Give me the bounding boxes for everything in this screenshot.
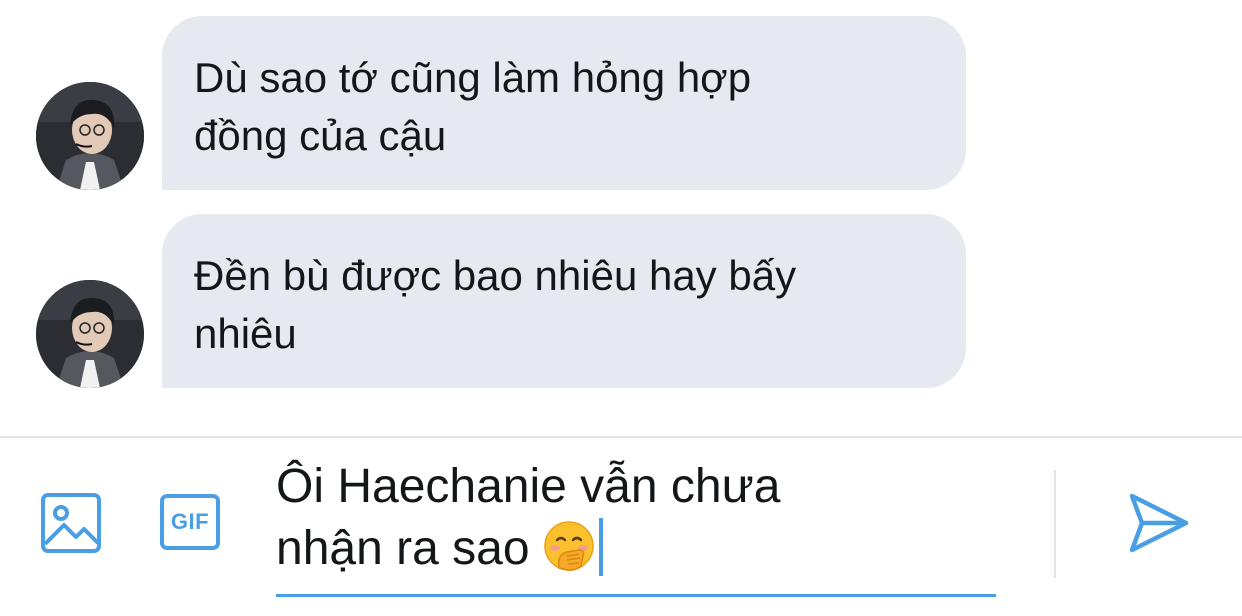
add-image-button[interactable]: [38, 490, 104, 556]
avatar[interactable]: [36, 280, 144, 388]
message-bubble[interactable]: Dù sao tớ cũng làm hỏng hợp đồng của cậu: [162, 16, 966, 190]
draft-text: nhận ra sao: [276, 522, 530, 575]
send-icon: [1129, 493, 1189, 553]
add-gif-button[interactable]: GIF: [160, 494, 220, 550]
message-composer: GIF Ôi Haechanie vẫn chưa nhận ra sao: [0, 438, 1242, 616]
message-text-line: đồng của cậu: [194, 112, 447, 159]
message-input[interactable]: Ôi Haechanie vẫn chưa nhận ra sao: [276, 456, 996, 596]
draft-text-line-2: nhận ra sao: [276, 518, 996, 588]
avatar[interactable]: [36, 82, 144, 190]
text-cursor: [598, 518, 603, 576]
send-button[interactable]: [1120, 488, 1196, 558]
composer-separator: [1054, 470, 1056, 578]
message-bubble[interactable]: Đền bù được bao nhiêu hay bấy nhiêu: [162, 214, 966, 388]
user-avatar-photo-icon: [36, 280, 144, 388]
user-avatar-photo-icon: [36, 82, 144, 190]
face-with-hand-over-mouth-icon: [543, 520, 595, 588]
message-thread: Dù sao tớ cũng làm hỏng hợp đồng của cậu…: [0, 0, 1242, 436]
message-row: Đền bù được bao nhiêu hay bấy nhiêu: [0, 214, 1242, 388]
message-text-line: nhiêu: [194, 310, 297, 357]
gif-label: GIF: [170, 509, 210, 534]
message-text-line: Đền bù được bao nhiêu hay bấy: [194, 252, 797, 299]
input-underline: [276, 594, 996, 597]
message-text-line: Dù sao tớ cũng làm hỏng hợp: [194, 54, 752, 101]
draft-text-line: Ôi Haechanie vẫn chưa: [276, 460, 781, 513]
message-row: Dù sao tớ cũng làm hỏng hợp đồng của cậu: [0, 16, 1242, 190]
image-icon: [41, 493, 101, 553]
